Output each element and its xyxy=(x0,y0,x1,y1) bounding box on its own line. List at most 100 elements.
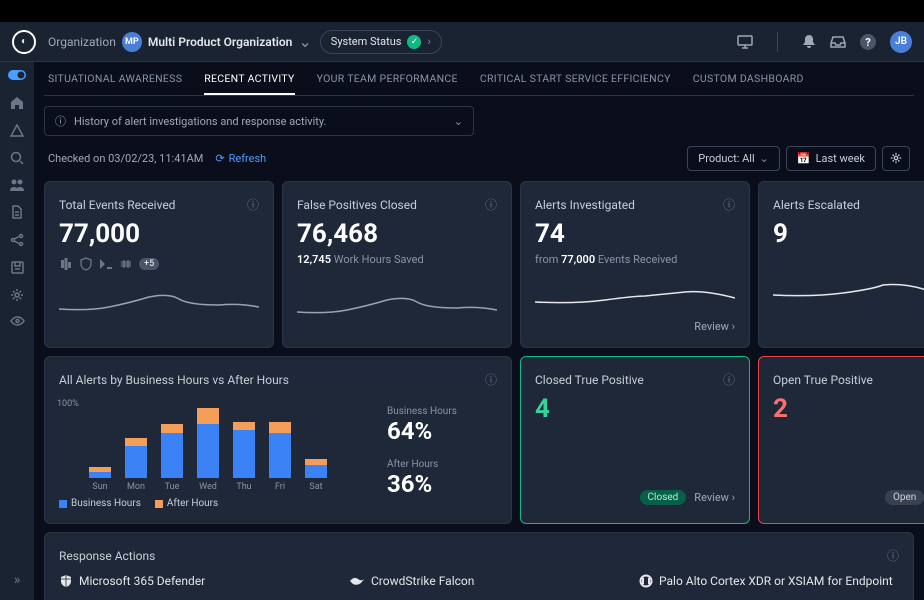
status-pill: Closed xyxy=(640,490,687,505)
metric-value: 76,468 xyxy=(297,219,497,249)
product-name: Microsoft 365 Defender xyxy=(79,574,205,588)
product-icon xyxy=(79,257,93,271)
ah-pct-value: 36% xyxy=(387,470,497,498)
card-business-hours: All Alerts by Business Hours vs After Ho… xyxy=(44,356,512,524)
product-icon xyxy=(59,257,73,271)
nav-settings-icon[interactable] xyxy=(10,288,24,302)
org-switcher-chevron[interactable]: ⌄ xyxy=(298,32,311,51)
card-alerts-investigated: Alerts Investigated ⓘ 74 from 77,000 Eve… xyxy=(520,181,750,348)
info-icon[interactable]: ⓘ xyxy=(723,196,735,213)
tab-critical-start-service-efficiency[interactable]: CRITICAL START SERVICE EFFICIENCY xyxy=(480,72,671,95)
bar-thu: Thu xyxy=(233,422,255,492)
nav-users-icon[interactable] xyxy=(9,179,25,191)
refresh-button[interactable]: ⟳ Refresh xyxy=(215,152,266,165)
sparkline xyxy=(297,288,497,318)
bar-fri: Fri xyxy=(269,422,291,492)
sparkline xyxy=(773,275,924,305)
settings-button[interactable] xyxy=(882,146,910,171)
checked-timestamp: Checked on 03/02/23, 11:41AM xyxy=(48,152,203,165)
product-name: CrowdStrike Falcon xyxy=(371,574,474,588)
status-pill: Open xyxy=(885,490,924,505)
y-axis-label: 100% xyxy=(57,399,79,409)
metric-subtext: from 77,000 Events Received xyxy=(535,253,735,266)
nav-save-icon[interactable] xyxy=(11,261,24,274)
card-total-events: Total Events Received ⓘ 77,000 +5 xyxy=(44,181,274,348)
metric-value: 74 xyxy=(535,219,735,249)
status-label: System Status xyxy=(331,35,402,48)
metric-value: 9 xyxy=(773,219,924,249)
bar-tue: Tue xyxy=(161,424,183,492)
metric-value: 4 xyxy=(535,394,735,424)
user-avatar[interactable]: JB xyxy=(890,31,912,53)
tab-recent-activity[interactable]: RECENT ACTIVITY xyxy=(204,72,294,95)
sidebar-expand-icon[interactable]: » xyxy=(14,572,21,588)
info-icon[interactable]: ⓘ xyxy=(485,371,497,388)
ah-pct-label: After Hours xyxy=(387,459,497,470)
monitor-icon[interactable] xyxy=(737,35,753,49)
card-title: Total Events Received xyxy=(59,198,175,212)
app-logo[interactable]: ◐ xyxy=(12,30,36,54)
review-link[interactable]: Review › xyxy=(694,320,735,333)
info-icon[interactable]: ⓘ xyxy=(247,196,259,213)
metric-subtext: 12,745 Work Hours Saved xyxy=(297,253,497,266)
org-label: Organization xyxy=(48,35,116,49)
review-link[interactable]: Review › xyxy=(694,491,735,504)
calendar-icon: 📅 xyxy=(797,152,811,165)
bar-mon: Mon xyxy=(125,438,147,492)
sparkline xyxy=(535,280,735,310)
bell-icon[interactable] xyxy=(802,34,816,50)
info-icon[interactable]: ⓘ xyxy=(485,196,497,213)
info-text: History of alert investigations and resp… xyxy=(74,115,326,128)
chevron-right-icon: › xyxy=(427,35,430,48)
product-icon xyxy=(639,574,653,588)
metric-value: 77,000 xyxy=(59,219,259,249)
org-name: Multi Product Organization xyxy=(148,35,293,49)
product-icon xyxy=(59,574,73,588)
info-icon[interactable]: ⓘ xyxy=(723,371,735,388)
response-col-2: Palo Alto Cortex XDR or XSIAM for Endpoi… xyxy=(639,574,899,600)
date-range-filter[interactable]: 📅 Last week xyxy=(786,146,876,171)
svg-text:?: ? xyxy=(865,36,871,49)
extra-count-badge[interactable]: +5 xyxy=(139,258,159,270)
bh-pct-value: 64% xyxy=(387,417,497,445)
product-icon xyxy=(99,258,113,270)
help-icon[interactable]: ? xyxy=(860,34,876,50)
bar-sun: Sun xyxy=(89,467,111,492)
card-title: False Positives Closed xyxy=(297,198,417,212)
nav-alerts-icon[interactable] xyxy=(10,124,24,137)
bh-pct-label: Business Hours xyxy=(387,406,497,417)
nav-home-icon[interactable] xyxy=(10,96,24,110)
product-name: Palo Alto Cortex XDR or XSIAM for Endpoi… xyxy=(659,574,893,588)
inbox-icon[interactable] xyxy=(830,35,846,49)
info-icon: ⓘ xyxy=(55,113,66,129)
card-title: Alerts Escalated xyxy=(773,198,860,212)
check-icon: ✓ xyxy=(407,35,421,49)
card-title: Response Actions xyxy=(59,549,155,563)
legend-after-hours: After Hours xyxy=(155,498,218,509)
system-status-pill[interactable]: System Status ✓ › xyxy=(320,30,442,54)
sparkline xyxy=(59,285,259,315)
nav-search-icon[interactable] xyxy=(10,151,24,165)
nav-dashboard-icon[interactable] xyxy=(8,70,26,82)
product-icon xyxy=(119,259,133,269)
response-col-0: Microsoft 365 Defender Disable User1 xyxy=(59,574,319,600)
tab-your-team-performance[interactable]: YOUR TEAM PERFORMANCE xyxy=(317,72,458,95)
card-false-positives: False Positives Closed ⓘ 76,468 12,745 W… xyxy=(282,181,512,348)
chevron-down-icon: ⌄ xyxy=(760,152,769,165)
card-title: Alerts Investigated xyxy=(535,198,635,212)
tab-custom-dashboard[interactable]: CUSTOM DASHBOARD xyxy=(693,72,804,95)
refresh-icon: ⟳ xyxy=(215,152,224,165)
card-title: Open True Positive xyxy=(773,373,873,387)
nav-files-icon[interactable] xyxy=(11,205,23,219)
card-title: All Alerts by Business Hours vs After Ho… xyxy=(59,373,289,387)
card-closed-true-positive: Closed True Positive ⓘ 4 Closed Review › xyxy=(520,356,750,524)
tab-situational-awareness[interactable]: SITUATIONAL AWARENESS xyxy=(48,72,182,95)
product-filter[interactable]: Product: All ⌄ xyxy=(687,146,780,171)
info-icon[interactable]: ⓘ xyxy=(887,547,899,564)
legend-business-hours: Business Hours xyxy=(59,498,141,509)
response-col-1: CrowdStrike Falcon Isolate Host1 xyxy=(349,574,609,600)
nav-share-icon[interactable] xyxy=(10,233,24,247)
card-alerts-escalated: Alerts Escalated ⓘ 9 Review › xyxy=(758,181,924,348)
nav-eye-icon[interactable] xyxy=(10,316,25,326)
info-bar[interactable]: ⓘ History of alert investigations and re… xyxy=(44,106,474,136)
